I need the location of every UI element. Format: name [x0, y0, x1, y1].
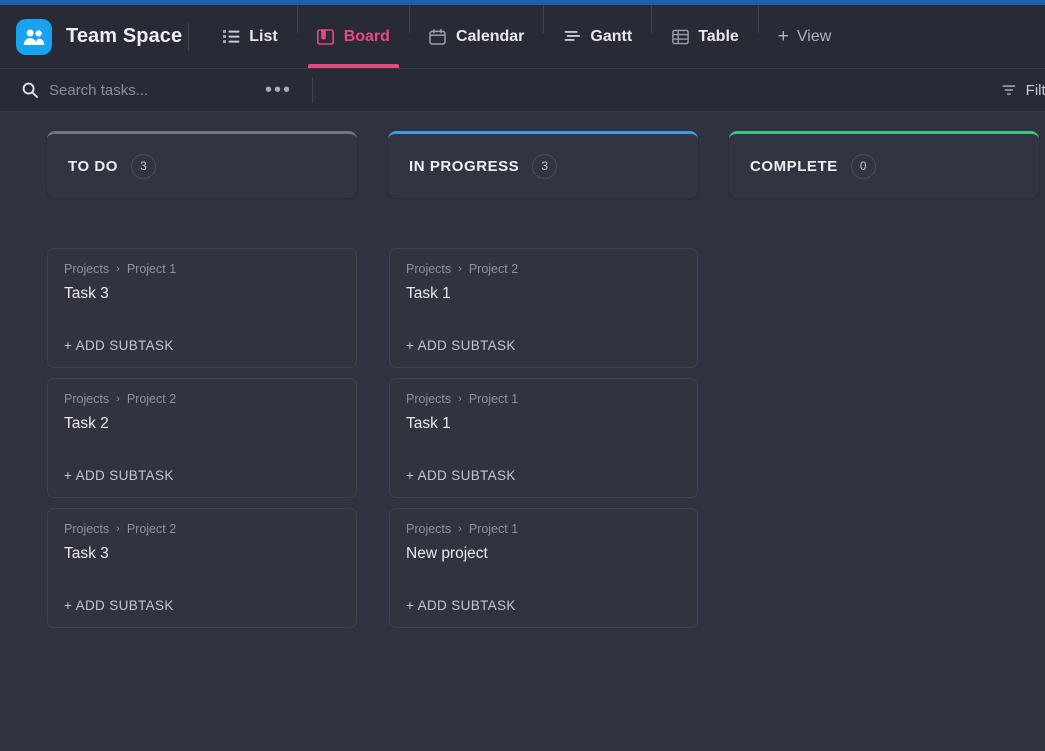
- breadcrumb-leaf: Project 2: [127, 392, 176, 406]
- column-count-badge: 3: [131, 154, 156, 179]
- breadcrumb-root: Projects: [64, 262, 109, 276]
- plus-icon: +: [778, 27, 789, 46]
- table-icon: [671, 28, 689, 46]
- task-card[interactable]: Projects › Project 2 Task 1 + ADD SUBTAS…: [389, 248, 698, 368]
- breadcrumb: Projects › Project 1: [406, 392, 681, 406]
- column-title: TO DO: [68, 158, 118, 175]
- gantt-icon: [563, 28, 581, 46]
- add-view-button[interactable]: + View: [761, 5, 849, 68]
- tab-divider: [543, 5, 544, 33]
- column-header-complete[interactable]: COMPLETE 0: [729, 131, 1039, 198]
- team-people-icon: [16, 19, 52, 55]
- task-title: Task 3: [64, 285, 340, 303]
- tab-divider: [651, 5, 652, 33]
- filter-icon: [1001, 83, 1017, 97]
- breadcrumb-leaf: Project 2: [127, 522, 176, 536]
- task-title: Task 2: [64, 415, 340, 433]
- board-columns: TO DO 3 Projects › Project 1 Task 3 + AD…: [0, 112, 1045, 751]
- chevron-right-icon: ›: [458, 523, 462, 535]
- breadcrumb-leaf: Project 1: [469, 392, 518, 406]
- add-subtask-button[interactable]: + ADD SUBTASK: [64, 338, 340, 353]
- search-input[interactable]: [49, 82, 244, 99]
- tab-gantt[interactable]: Gantt: [546, 5, 649, 68]
- filter-label: Filter: [1026, 82, 1045, 99]
- breadcrumb-root: Projects: [64, 522, 109, 536]
- breadcrumb: Projects › Project 2: [64, 522, 340, 536]
- tab-divider: [297, 5, 298, 33]
- search-icon: [22, 82, 38, 98]
- breadcrumb: Projects › Project 1: [64, 262, 340, 276]
- calendar-icon: [429, 28, 447, 46]
- breadcrumb-leaf: Project 2: [469, 262, 518, 276]
- breadcrumb-root: Projects: [406, 262, 451, 276]
- column-header-in-progress[interactable]: IN PROGRESS 3: [388, 131, 698, 198]
- search-container: •••: [0, 69, 298, 111]
- tab-board[interactable]: Board: [300, 5, 407, 68]
- breadcrumb-leaf: Project 1: [127, 262, 176, 276]
- task-title: New project: [406, 545, 681, 563]
- chevron-right-icon: ›: [458, 393, 462, 405]
- chevron-right-icon: ›: [116, 393, 120, 405]
- chevron-right-icon: ›: [116, 523, 120, 535]
- board-icon: [317, 28, 335, 46]
- column-count-badge: 3: [532, 154, 557, 179]
- tab-list[interactable]: List: [205, 5, 294, 68]
- tab-board-label: Board: [344, 28, 390, 46]
- column-title: IN PROGRESS: [409, 158, 519, 175]
- task-title: Task 1: [406, 415, 681, 433]
- column-in-progress: IN PROGRESS 3 Projects › Project 2 Task …: [388, 131, 698, 751]
- add-subtask-button[interactable]: + ADD SUBTASK: [406, 338, 681, 353]
- breadcrumb: Projects › Project 2: [64, 392, 340, 406]
- workspace-title: Team Space: [66, 25, 182, 48]
- add-subtask-button[interactable]: + ADD SUBTASK: [64, 468, 340, 483]
- tab-calendar-label: Calendar: [456, 28, 524, 46]
- toolbar: ••• Filter: [0, 69, 1045, 112]
- tab-table[interactable]: Table: [654, 5, 756, 68]
- column-title: COMPLETE: [750, 158, 838, 175]
- workspace-brand[interactable]: Team Space: [0, 5, 186, 68]
- breadcrumb-leaf: Project 1: [469, 522, 518, 536]
- column-todo: TO DO 3 Projects › Project 1 Task 3 + AD…: [47, 131, 357, 751]
- breadcrumb-root: Projects: [64, 392, 109, 406]
- ellipsis-icon[interactable]: •••: [259, 85, 298, 95]
- tab-divider: [409, 5, 410, 33]
- header-divider: [188, 23, 189, 51]
- column-cards-todo: Projects › Project 1 Task 3 + ADD SUBTAS…: [47, 248, 357, 628]
- list-icon: [222, 28, 240, 46]
- tab-divider: [758, 5, 759, 33]
- board-app: Team Space List: [0, 0, 1045, 751]
- add-subtask-button[interactable]: + ADD SUBTASK: [406, 468, 681, 483]
- tab-gantt-label: Gantt: [590, 28, 632, 46]
- tab-table-label: Table: [698, 28, 739, 46]
- view-header: Team Space List: [0, 5, 1045, 69]
- add-view-label: View: [797, 28, 831, 46]
- breadcrumb-root: Projects: [406, 392, 451, 406]
- add-subtask-button[interactable]: + ADD SUBTASK: [406, 598, 681, 613]
- column-complete: COMPLETE 0: [729, 131, 1039, 751]
- column-count-badge: 0: [851, 154, 876, 179]
- task-card[interactable]: Projects › Project 2 Task 3 + ADD SUBTAS…: [47, 508, 357, 628]
- column-header-todo[interactable]: TO DO 3: [47, 131, 357, 198]
- task-title: Task 1: [406, 285, 681, 303]
- active-tab-underline: [308, 64, 399, 68]
- task-card[interactable]: Projects › Project 1 New project + ADD S…: [389, 508, 698, 628]
- chevron-right-icon: ›: [116, 263, 120, 275]
- toolbar-divider: [312, 77, 313, 103]
- view-tabs: List Board: [205, 5, 848, 68]
- tab-calendar[interactable]: Calendar: [412, 5, 541, 68]
- chevron-right-icon: ›: [458, 263, 462, 275]
- filter-button[interactable]: Filter: [1001, 69, 1045, 111]
- task-title: Task 3: [64, 545, 340, 563]
- task-card[interactable]: Projects › Project 2 Task 2 + ADD SUBTAS…: [47, 378, 357, 498]
- column-cards-in-progress: Projects › Project 2 Task 1 + ADD SUBTAS…: [388, 248, 698, 628]
- task-card[interactable]: Projects › Project 1 Task 1 + ADD SUBTAS…: [389, 378, 698, 498]
- add-subtask-button[interactable]: + ADD SUBTASK: [64, 598, 340, 613]
- task-card[interactable]: Projects › Project 1 Task 3 + ADD SUBTAS…: [47, 248, 357, 368]
- breadcrumb: Projects › Project 1: [406, 522, 681, 536]
- breadcrumb-root: Projects: [406, 522, 451, 536]
- tab-list-label: List: [249, 28, 277, 46]
- breadcrumb: Projects › Project 2: [406, 262, 681, 276]
